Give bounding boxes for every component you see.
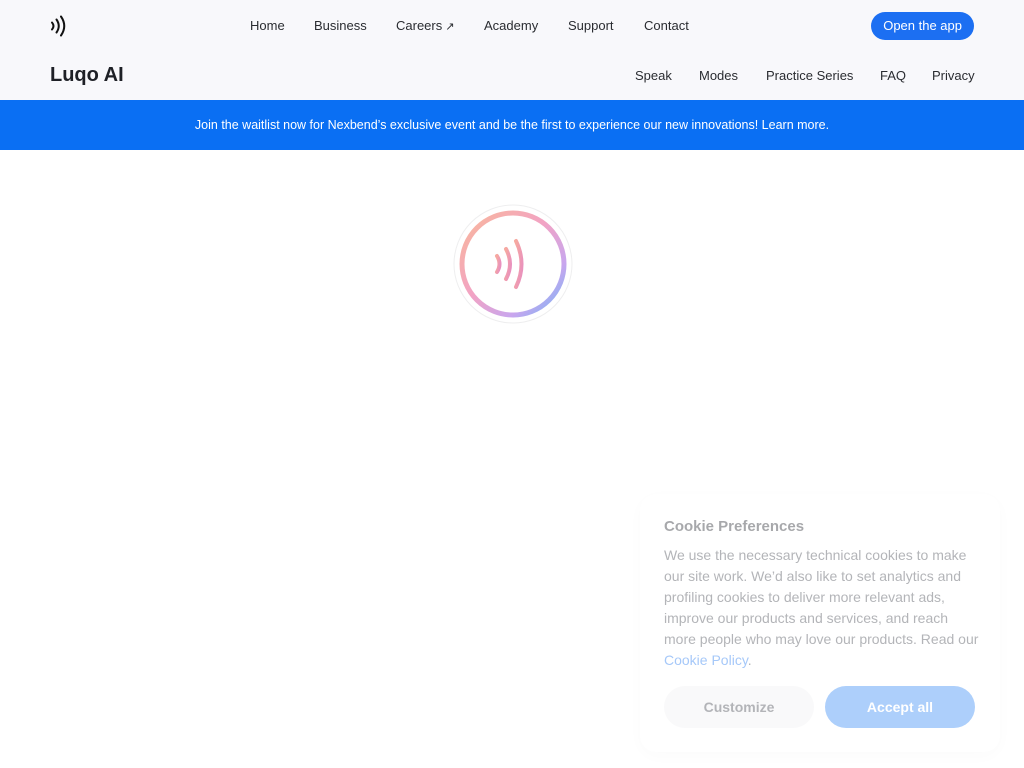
loading-sound-waves-icon [453, 204, 573, 324]
nav-home[interactable]: Home [250, 18, 285, 33]
open-app-button[interactable]: Open the app [871, 12, 974, 40]
announcement-banner[interactable]: Join the waitlist now for Nexbend’s excl… [0, 100, 1024, 150]
subnav-faq[interactable]: FAQ [880, 68, 906, 83]
nav-contact[interactable]: Contact [644, 18, 689, 33]
accept-all-button[interactable]: Accept all [825, 686, 975, 728]
site-header: Home Business Careers ↗ Academy Support C… [0, 0, 1024, 100]
cookie-body-text: We use the necessary technical cookies t… [664, 547, 979, 647]
subnav-modes[interactable]: Modes [699, 68, 738, 83]
cookie-body-end: . [747, 652, 752, 668]
subnav-speak[interactable]: Speak [635, 68, 672, 83]
subnav-privacy[interactable]: Privacy [932, 68, 975, 83]
nav-support[interactable]: Support [568, 18, 614, 33]
cookie-description: We use the necessary technical cookies t… [664, 545, 982, 671]
subnav-practice-series[interactable]: Practice Series [766, 68, 853, 83]
cookie-title: Cookie Preferences [664, 518, 805, 535]
nav-careers[interactable]: Careers ↗ [396, 18, 454, 33]
cookie-consent-dialog: Cookie Preferences We use the necessary … [640, 494, 1000, 752]
nav-academy[interactable]: Academy [484, 18, 538, 33]
cookie-policy-link[interactable]: Cookie Policy [664, 652, 748, 668]
customize-button[interactable]: Customize [664, 686, 814, 728]
nav-careers-label: Careers [396, 18, 443, 33]
product-subnav: Speak Modes Practice Series FAQ Privacy [0, 68, 1024, 84]
nav-business[interactable]: Business [314, 18, 367, 33]
external-link-icon: ↗ [445, 21, 455, 33]
